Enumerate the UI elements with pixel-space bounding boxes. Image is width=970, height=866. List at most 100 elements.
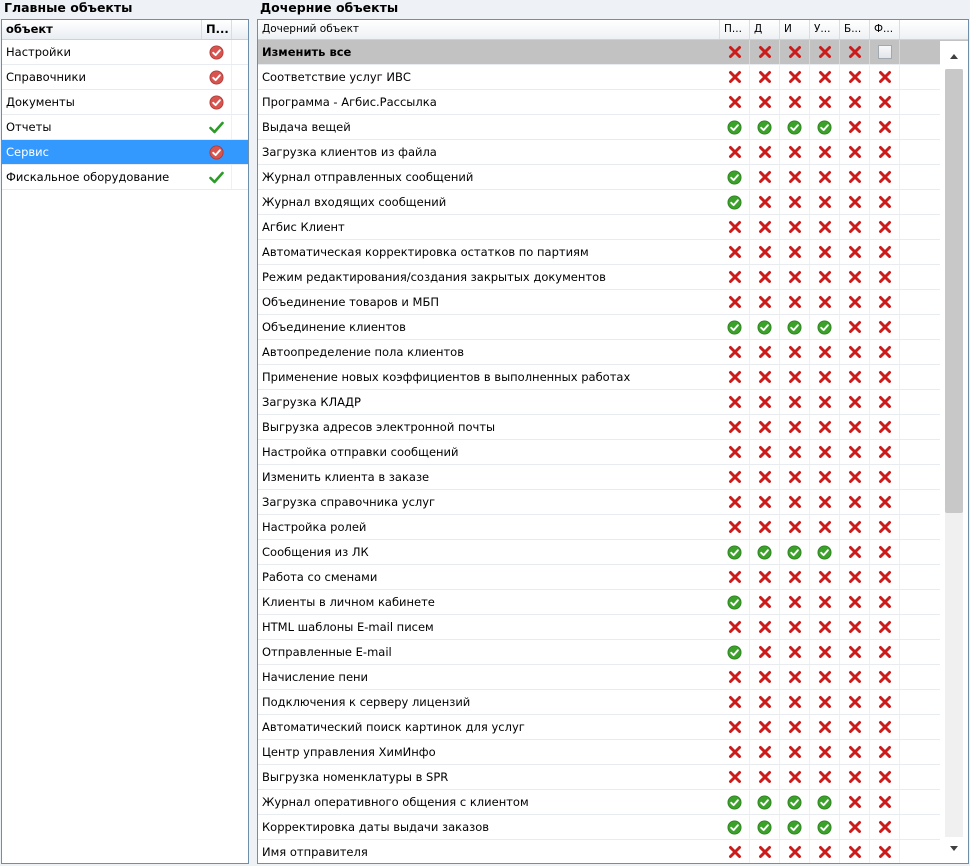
permission-toggle-cell[interactable] <box>870 665 900 689</box>
main-object-row[interactable]: Настройки <box>2 40 248 65</box>
permission-toggle-cell[interactable] <box>810 815 840 839</box>
permission-toggle-cell[interactable] <box>810 740 840 764</box>
permission-toggle-cell[interactable] <box>720 840 750 863</box>
permission-toggle-cell[interactable] <box>870 315 900 339</box>
permission-toggle-cell[interactable] <box>840 340 870 364</box>
permission-toggle-cell[interactable] <box>840 515 870 539</box>
permission-toggle-cell[interactable] <box>750 765 780 789</box>
permission-toggle-cell[interactable] <box>840 640 870 664</box>
permission-toggle-cell[interactable] <box>840 415 870 439</box>
permission-toggle-cell[interactable] <box>780 290 810 314</box>
permission-toggle-cell[interactable] <box>780 465 810 489</box>
permission-toggle-cell[interactable] <box>720 65 750 89</box>
permission-toggle-cell[interactable] <box>720 215 750 239</box>
permission-toggle-cell[interactable] <box>840 165 870 189</box>
permission-toggle-cell[interactable] <box>750 40 780 64</box>
permission-toggle-cell[interactable] <box>750 715 780 739</box>
permission-toggle-cell[interactable] <box>840 790 870 814</box>
permission-toggle-cell[interactable] <box>780 640 810 664</box>
permission-toggle-cell[interactable] <box>780 690 810 714</box>
permission-toggle-cell[interactable] <box>870 115 900 139</box>
permission-toggle-cell[interactable] <box>720 390 750 414</box>
permission-toggle-cell[interactable] <box>810 340 840 364</box>
permission-toggle-cell[interactable] <box>720 790 750 814</box>
permission-toggle-cell[interactable] <box>780 515 810 539</box>
permission-toggle-cell[interactable] <box>720 565 750 589</box>
permission-toggle-cell[interactable] <box>720 190 750 214</box>
permission-toggle-cell[interactable] <box>750 315 780 339</box>
scroll-down-arrow-icon[interactable] <box>940 839 968 857</box>
permission-toggle-cell[interactable] <box>810 215 840 239</box>
permission-toggle-cell[interactable] <box>780 190 810 214</box>
main-object-permission-cell[interactable] <box>202 65 232 89</box>
permission-toggle-cell[interactable] <box>870 140 900 164</box>
permission-toggle-cell[interactable] <box>840 490 870 514</box>
permission-toggle-cell[interactable] <box>840 215 870 239</box>
permission-toggle-cell[interactable] <box>840 565 870 589</box>
permission-toggle-cell[interactable] <box>720 515 750 539</box>
permission-toggle-cell[interactable] <box>870 340 900 364</box>
permission-toggle-cell[interactable] <box>780 540 810 564</box>
permission-toggle-cell[interactable] <box>840 265 870 289</box>
permission-toggle-cell[interactable] <box>810 290 840 314</box>
main-object-permission-cell[interactable] <box>202 115 232 139</box>
permission-toggle-cell[interactable] <box>810 540 840 564</box>
permission-toggle-cell[interactable] <box>840 65 870 89</box>
permission-toggle-cell[interactable] <box>840 615 870 639</box>
main-object-row[interactable]: Документы <box>2 90 248 115</box>
permission-toggle-cell[interactable] <box>810 765 840 789</box>
permission-toggle-cell[interactable] <box>750 190 780 214</box>
permission-toggle-cell[interactable] <box>780 315 810 339</box>
permission-toggle-cell[interactable] <box>840 540 870 564</box>
permission-toggle-cell[interactable] <box>720 440 750 464</box>
permission-toggle-cell[interactable] <box>720 640 750 664</box>
permission-toggle-cell[interactable] <box>810 415 840 439</box>
permission-toggle-cell[interactable] <box>780 165 810 189</box>
permission-toggle-cell[interactable] <box>750 840 780 863</box>
permission-toggle-cell[interactable] <box>750 465 780 489</box>
permission-toggle-cell[interactable] <box>870 740 900 764</box>
permission-toggle-cell[interactable] <box>720 415 750 439</box>
permission-toggle-cell[interactable] <box>810 365 840 389</box>
permission-toggle-cell[interactable] <box>780 240 810 264</box>
permission-toggle-cell[interactable] <box>720 90 750 114</box>
permission-toggle-cell[interactable] <box>780 715 810 739</box>
permission-toggle-cell[interactable] <box>720 140 750 164</box>
main-object-row[interactable]: Отчеты <box>2 115 248 140</box>
permission-toggle-cell[interactable] <box>780 115 810 139</box>
column-header-flag[interactable]: У... <box>810 20 840 39</box>
permission-toggle-cell[interactable] <box>810 665 840 689</box>
permission-toggle-cell[interactable] <box>870 415 900 439</box>
permission-toggle-cell[interactable] <box>870 190 900 214</box>
permission-toggle-cell[interactable] <box>840 465 870 489</box>
permission-toggle-cell[interactable] <box>720 290 750 314</box>
permission-toggle-cell[interactable] <box>720 815 750 839</box>
permission-toggle-cell[interactable] <box>750 440 780 464</box>
column-header-flag[interactable]: П... <box>720 20 750 39</box>
permission-toggle-cell[interactable] <box>780 90 810 114</box>
scroll-thumb[interactable] <box>945 69 963 513</box>
permission-toggle-cell[interactable] <box>810 715 840 739</box>
permission-toggle-cell[interactable] <box>810 190 840 214</box>
permission-toggle-cell[interactable] <box>840 290 870 314</box>
main-object-permission-cell[interactable] <box>202 140 232 164</box>
permission-toggle-cell[interactable] <box>870 465 900 489</box>
permission-toggle-cell[interactable] <box>720 490 750 514</box>
permission-toggle-cell[interactable] <box>840 690 870 714</box>
permission-toggle-cell[interactable] <box>780 740 810 764</box>
permission-toggle-cell[interactable] <box>720 165 750 189</box>
permission-toggle-cell[interactable] <box>750 665 780 689</box>
permission-toggle-cell[interactable] <box>870 365 900 389</box>
permission-toggle-cell[interactable] <box>840 365 870 389</box>
permission-toggle-cell[interactable] <box>750 515 780 539</box>
permission-toggle-cell[interactable] <box>780 765 810 789</box>
permission-toggle-cell[interactable] <box>870 240 900 264</box>
permission-toggle-cell[interactable] <box>720 240 750 264</box>
scroll-up-arrow-icon[interactable] <box>940 47 968 65</box>
main-object-permission-cell[interactable] <box>202 40 232 64</box>
permission-toggle-cell[interactable] <box>870 290 900 314</box>
permission-toggle-cell[interactable] <box>870 40 900 64</box>
permission-toggle-cell[interactable] <box>780 590 810 614</box>
permission-toggle-cell[interactable] <box>780 140 810 164</box>
main-object-row[interactable]: Фискальное оборудование <box>2 165 248 190</box>
